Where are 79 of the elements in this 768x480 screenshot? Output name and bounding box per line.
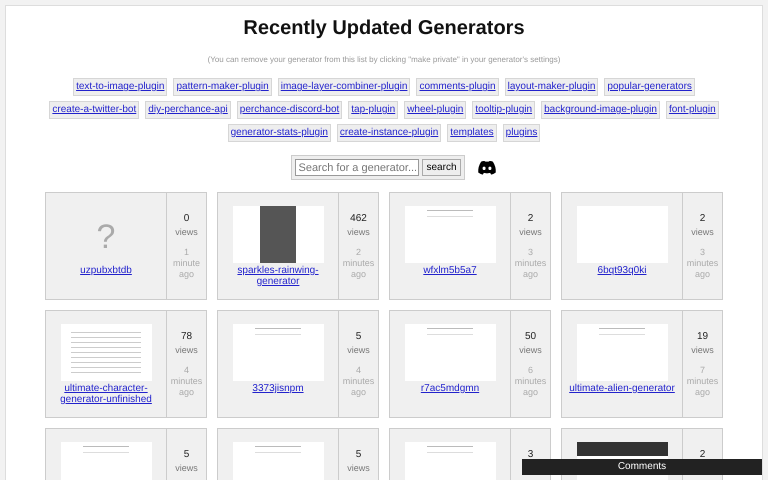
view-count: 5 <box>356 449 362 460</box>
view-count: 50 <box>524 331 536 342</box>
updated-time: ago <box>178 387 194 398</box>
updated-time: ago <box>350 269 366 280</box>
tag-link[interactable]: create-instance-plugin <box>336 124 442 142</box>
gamepad-face-icon[interactable] <box>476 160 496 175</box>
updated-time: minutes <box>342 258 374 269</box>
updated-time: minutes <box>686 376 718 387</box>
updated-time: 2 <box>356 247 361 258</box>
views-label: views <box>519 345 542 355</box>
tag-link[interactable]: diy-perchance-api <box>145 101 231 119</box>
updated-time: minute <box>172 258 200 269</box>
tag-link[interactable]: create-a-twitter-bot <box>49 101 140 119</box>
updated-time: minutes <box>686 258 718 269</box>
updated-time: 3 <box>528 247 533 258</box>
page-title: Recently Updated Generators <box>242 17 526 40</box>
tag-link[interactable]: background-image-plugin <box>541 101 660 119</box>
updated-time: minutes <box>342 376 374 387</box>
updated-time: ago <box>178 269 194 280</box>
view-count: 0 <box>184 213 190 224</box>
view-count: 19 <box>696 331 708 342</box>
updated-time: ago <box>522 387 538 398</box>
updated-time: 7 <box>700 365 705 376</box>
view-count: 2 <box>700 449 706 460</box>
updated-time: minutes <box>170 376 202 387</box>
view-count: 2 <box>700 213 706 224</box>
views-label: views <box>691 345 714 355</box>
views-label: views <box>175 345 198 355</box>
views-label: views <box>691 227 714 237</box>
generator-link[interactable]: wfxlm5b5a7 <box>423 265 477 276</box>
generator-link[interactable]: 3373jisnpm <box>252 383 304 394</box>
updated-time: ago <box>694 387 710 398</box>
views-label: views <box>519 227 542 237</box>
search-button[interactable]: search <box>422 159 460 176</box>
updated-time: 4 <box>356 365 361 376</box>
view-count: 462 <box>350 213 367 224</box>
tag-link[interactable]: comments-plugin <box>416 78 499 96</box>
updated-time: ago <box>694 269 710 280</box>
updated-time: 6 <box>528 365 533 376</box>
generator-link[interactable]: uzpubxbtdb <box>80 265 132 276</box>
views-label: views <box>175 463 198 473</box>
tag-link[interactable]: perchance-discord-bot <box>236 101 342 119</box>
tag-link[interactable]: pattern-maker-plugin <box>173 78 272 96</box>
tag-link[interactable]: wheel-plugin <box>404 101 466 119</box>
generator-link[interactable]: r7ac5mdgmn <box>420 383 480 394</box>
updated-time: ago <box>522 269 538 280</box>
tag-link[interactable]: image-layer-combiner-plugin <box>278 78 410 96</box>
view-count: 5 <box>184 449 190 460</box>
search-field[interactable]: Search for a generator... <box>295 159 420 176</box>
view-count: 5 <box>356 331 362 342</box>
tag-link[interactable]: templates <box>447 124 497 142</box>
question-mark-icon: ? <box>96 206 116 263</box>
updated-time: 1 <box>184 247 189 258</box>
view-count: 2 <box>528 213 534 224</box>
comments-button[interactable]: Comments <box>522 459 762 475</box>
tag-link[interactable]: generator-stats-plugin <box>228 124 331 142</box>
generator-link[interactable]: sparkles-rainwing-generator <box>220 265 336 287</box>
views-label: views <box>175 227 198 237</box>
view-count: 3 <box>528 449 534 460</box>
tag-link[interactable]: text-to-image-plugin <box>73 78 168 96</box>
generator-link[interactable]: 6bqt93q0ki <box>598 265 646 276</box>
views-label: views <box>347 227 370 237</box>
updated-time: minutes <box>514 376 546 387</box>
views-label: views <box>347 463 370 473</box>
updated-time: 3 <box>700 247 705 258</box>
views-label: views <box>347 345 370 355</box>
generator-link[interactable]: ultimate-alien-generator <box>569 383 675 394</box>
updated-time: ago <box>350 387 366 398</box>
view-count: 78 <box>180 331 192 342</box>
tag-link[interactable]: tap-plugin <box>348 101 398 119</box>
hint-text: (You can remove your generator from this list by clicking "make private" in your generator's settings) <box>206 55 562 64</box>
generator-link[interactable]: ultimate-character-generator-unfinished <box>48 383 164 405</box>
tag-link[interactable]: tooltip-plugin <box>472 101 536 119</box>
tag-link[interactable]: font-plugin <box>666 101 719 119</box>
updated-time: minutes <box>514 258 546 269</box>
updated-time: 4 <box>184 365 189 376</box>
tag-link[interactable]: plugins <box>502 124 540 142</box>
tag-link[interactable]: layout-maker-plugin <box>504 78 598 96</box>
tag-link[interactable]: popular-generators <box>604 78 695 96</box>
